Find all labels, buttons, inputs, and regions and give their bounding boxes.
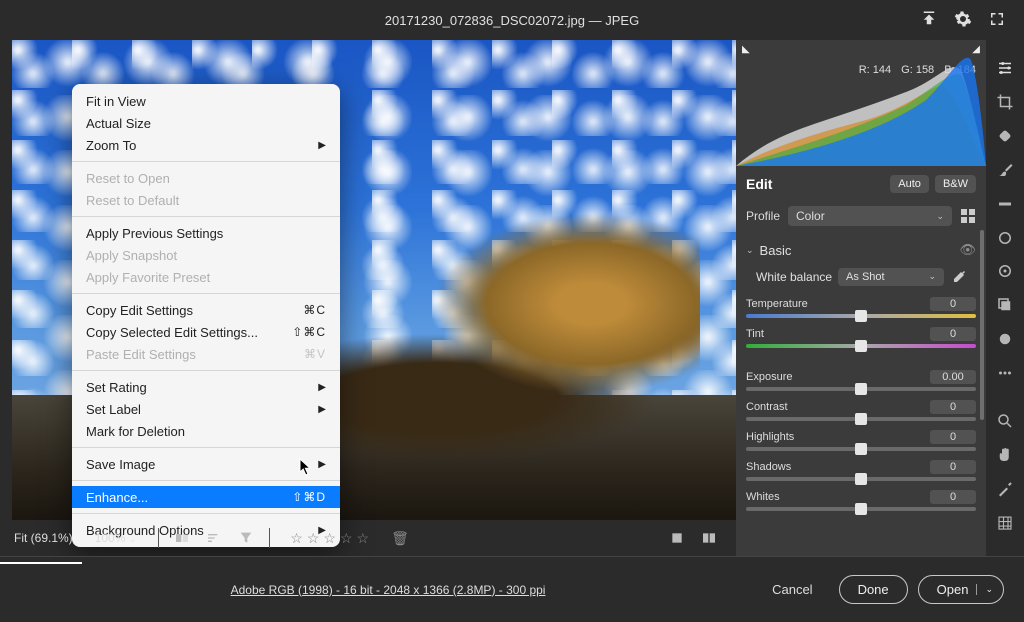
submenu-arrow-icon: ▶ [318, 459, 326, 470]
menu-fit-in-view[interactable]: Fit in View [72, 90, 340, 112]
image-metadata-link[interactable]: Adobe RGB (1998) - 16 bit - 2048 x 1366 … [231, 583, 546, 597]
single-view-icon[interactable] [668, 529, 686, 547]
shortcut-label: ⌘V [304, 347, 326, 361]
sampler-tool-icon[interactable] [994, 479, 1016, 499]
exposure-slider[interactable]: Exposure0.00 [746, 370, 976, 391]
heal-tool-icon[interactable] [994, 126, 1016, 146]
compare-icon[interactable] [173, 529, 191, 547]
histogram[interactable]: ◣ ◢ R: 144 G: 158 B: 184 [736, 40, 986, 166]
star-icon[interactable]: ☆ [323, 530, 336, 547]
star-icon[interactable]: ☆ [340, 530, 353, 547]
brush-tool-icon[interactable] [994, 160, 1016, 180]
eyedropper-icon[interactable] [950, 269, 966, 285]
profile-select[interactable]: Color⌄ [788, 206, 952, 226]
cancel-button[interactable]: Cancel [756, 576, 828, 603]
menu-set-rating[interactable]: Set Rating▶ [72, 376, 340, 398]
menu-apply-favorite: Apply Favorite Preset [72, 266, 340, 288]
fit-label[interactable]: Fit (69.1%) [14, 531, 73, 545]
profile-browser-icon[interactable] [960, 208, 976, 224]
star-icon[interactable]: ☆ [357, 530, 370, 547]
menu-copy-selected[interactable]: Copy Selected Edit Settings...⇧⌘C [72, 321, 340, 343]
blur-tool-icon[interactable] [994, 329, 1016, 349]
title-sep: — [585, 13, 605, 28]
menu-reset-to-open: Reset to Open [72, 167, 340, 189]
radial-tool-icon[interactable] [994, 228, 1016, 248]
auto-button[interactable]: Auto [890, 175, 929, 193]
fit-underline [0, 562, 82, 564]
temperature-slider[interactable]: Temperature0 [746, 297, 976, 318]
menu-apply-previous[interactable]: Apply Previous Settings [72, 222, 340, 244]
gradient-tool-icon[interactable] [994, 194, 1016, 214]
menu-enhance[interactable]: Enhance...⇧⌘D [72, 486, 340, 508]
basic-section-header[interactable]: ⌄Basic👁 [746, 242, 976, 258]
footer: Adobe RGB (1998) - 16 bit - 2048 x 1366 … [0, 556, 1024, 622]
menu-zoom-to[interactable]: Zoom To▶ [72, 134, 340, 156]
edit-tool-icon[interactable] [994, 58, 1016, 78]
shadows-slider[interactable]: Shadows0 [746, 460, 976, 481]
contrast-slider[interactable]: Contrast0 [746, 400, 976, 421]
filename: 20171230_072836_DSC02072.jpg [385, 13, 585, 28]
gear-icon[interactable] [954, 10, 972, 28]
target-tool-icon[interactable] [994, 262, 1016, 282]
open-button[interactable]: Open⌄ [918, 575, 1004, 604]
window-title: 20171230_072836_DSC02072.jpg — JPEG [385, 13, 639, 28]
tint-slider[interactable]: Tint0 [746, 327, 976, 348]
eye-icon[interactable]: 👁 [959, 242, 976, 258]
rating-stars[interactable]: ☆ ☆ ☆ ☆ ☆ [290, 530, 369, 547]
menu-actual-size[interactable]: Actual Size [72, 112, 340, 134]
filter-icon[interactable] [237, 529, 255, 547]
zoom-select[interactable]: 100% ⌄ [87, 528, 145, 548]
menu-apply-snapshot: Apply Snapshot [72, 244, 340, 266]
menu-reset-to-default: Reset to Default [72, 189, 340, 211]
shortcut-label: ⇧⌘C [292, 325, 326, 339]
profile-label: Profile [746, 209, 780, 223]
edit-heading: Edit [746, 176, 884, 192]
menu-copy-edit[interactable]: Copy Edit Settings⌘C [72, 299, 340, 321]
star-icon[interactable]: ☆ [290, 530, 303, 547]
file-format: JPEG [605, 13, 639, 28]
canvas-toolbar: Fit (69.1%) 100% ⌄ ☆ ☆ ☆ ☆ ☆ 🗑 [0, 520, 736, 556]
submenu-arrow-icon: ▶ [318, 404, 326, 415]
menu-mark-deletion[interactable]: Mark for Deletion [72, 420, 340, 442]
stack-tool-icon[interactable] [994, 295, 1016, 315]
edit-panel: ◣ ◢ R: 144 G: 158 B: 184 Edit Auto B&W P… [736, 40, 986, 556]
trash-icon[interactable]: 🗑 [391, 530, 409, 547]
star-icon[interactable]: ☆ [307, 530, 320, 547]
sort-icon[interactable] [205, 529, 223, 547]
export-icon[interactable] [920, 10, 938, 28]
cursor-icon [298, 458, 312, 481]
whites-slider[interactable]: Whites0 [746, 490, 976, 511]
wb-label: White balance [756, 270, 832, 284]
menu-paste-edit: Paste Edit Settings⌘V [72, 343, 340, 365]
highlights-slider[interactable]: Highlights0 [746, 430, 976, 451]
grid-tool-icon[interactable] [994, 513, 1016, 533]
bw-button[interactable]: B&W [935, 175, 976, 193]
split-view-icon[interactable] [700, 529, 718, 547]
fullscreen-icon[interactable] [988, 10, 1006, 28]
open-chevron-icon[interactable]: ⌄ [976, 584, 993, 595]
zoom-tool-icon[interactable] [994, 411, 1016, 431]
tool-strip [986, 40, 1024, 556]
canvas-area[interactable]: Fit in View Actual Size Zoom To▶ Reset t… [0, 40, 736, 556]
title-bar: 20171230_072836_DSC02072.jpg — JPEG [0, 0, 1024, 40]
crop-tool-icon[interactable] [994, 92, 1016, 112]
submenu-arrow-icon: ▶ [318, 382, 326, 393]
shortcut-label: ⌘C [303, 303, 326, 317]
submenu-arrow-icon: ▶ [318, 140, 326, 151]
shortcut-label: ⇧⌘D [292, 490, 326, 504]
wb-select[interactable]: As Shot⌄ [838, 268, 944, 286]
menu-set-label[interactable]: Set Label▶ [72, 398, 340, 420]
more-tool-icon[interactable] [994, 363, 1016, 383]
hand-tool-icon[interactable] [994, 445, 1016, 465]
done-button[interactable]: Done [839, 575, 908, 604]
